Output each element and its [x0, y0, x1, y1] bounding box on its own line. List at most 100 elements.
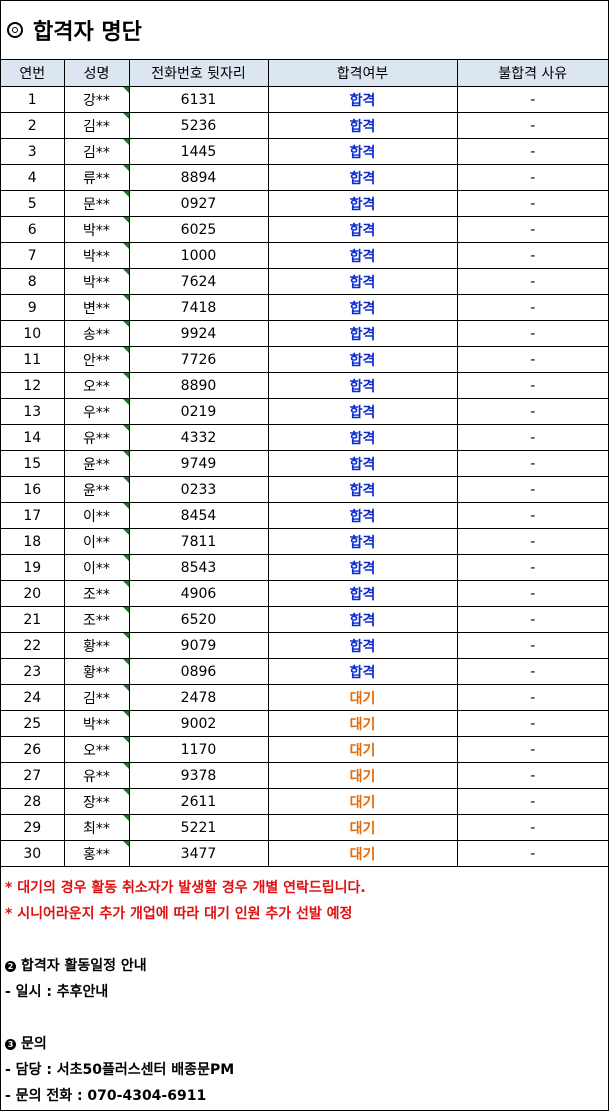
contact-heading-text: 문의: [21, 1036, 47, 1052]
cell-reason: -: [456, 268, 608, 295]
cell-no: 18: [1, 528, 65, 555]
cell-no: 20: [1, 580, 65, 607]
table-row: 4 류** 8894 합격 -: [1, 164, 608, 191]
table-row: 18 이** 7811 합격 -: [1, 528, 608, 555]
cell-reason: -: [456, 580, 608, 607]
cell-phone: 0219: [128, 398, 269, 425]
cell-no: 25: [1, 710, 65, 737]
cell-result: 합격: [267, 190, 458, 217]
cell-name: 우**: [63, 398, 130, 425]
cell-reason: -: [456, 788, 608, 815]
cell-reason: -: [456, 424, 608, 451]
cell-reason: -: [456, 320, 608, 347]
table-row: 19 이** 8543 합격 -: [1, 554, 608, 581]
waitlist-note: * 대기의 경우 활동 취소자가 발생할 경우 개별 연락드립니다.: [5, 880, 366, 896]
cell-no: 19: [1, 554, 65, 581]
cell-result: 합격: [267, 268, 458, 295]
cell-name: 안**: [63, 346, 130, 373]
table-row: 10 송** 9924 합격 -: [1, 320, 608, 347]
cell-phone: 8454: [128, 502, 269, 529]
cell-name: 박**: [63, 216, 130, 243]
table-row: 6 박** 6025 합격 -: [1, 216, 608, 243]
cell-reason: -: [456, 736, 608, 763]
cell-reason: -: [456, 762, 608, 789]
cell-result: 합격: [267, 476, 458, 503]
cell-reason: -: [456, 294, 608, 321]
col-header-phone: 전화번호 뒷자리: [128, 60, 269, 87]
cell-reason: -: [456, 164, 608, 191]
table-row: 11 안** 7726 합격 -: [1, 346, 608, 373]
cell-reason: -: [456, 710, 608, 737]
cell-result: 대기: [267, 840, 458, 867]
cell-result: 합격: [267, 424, 458, 451]
table-row: 1 강** 6131 합격 -: [1, 86, 608, 113]
cell-name: 박**: [63, 710, 130, 737]
cell-reason: -: [456, 138, 608, 165]
cell-result: 합격: [267, 632, 458, 659]
col-header-no: 연번: [1, 60, 65, 87]
cell-phone: 8894: [128, 164, 269, 191]
page-title-text: 합격자 명단: [33, 20, 142, 45]
cell-reason: -: [456, 190, 608, 217]
col-header-name: 성명: [63, 60, 130, 87]
cell-result: 합격: [267, 242, 458, 269]
cell-name: 조**: [63, 580, 130, 607]
cell-result: 합격: [267, 164, 458, 191]
cell-name: 유**: [63, 424, 130, 451]
cell-phone: 7624: [128, 268, 269, 295]
cell-result: 대기: [267, 736, 458, 763]
table-row: 21 조** 6520 합격 -: [1, 606, 608, 633]
table-row: 15 윤** 9749 합격 -: [1, 450, 608, 477]
cell-reason: -: [456, 398, 608, 425]
cell-no: 22: [1, 632, 65, 659]
cell-phone: 5221: [128, 814, 269, 841]
cell-name: 황**: [63, 632, 130, 659]
cell-no: 3: [1, 138, 65, 165]
cell-result: 합격: [267, 606, 458, 633]
cell-no: 10: [1, 320, 65, 347]
cell-phone: 8890: [128, 372, 269, 399]
cell-result: 대기: [267, 814, 458, 841]
cell-name: 변**: [63, 294, 130, 321]
cell-phone: 3477: [128, 840, 269, 867]
cell-reason: -: [456, 632, 608, 659]
cell-reason: -: [456, 372, 608, 399]
cell-name: 장**: [63, 788, 130, 815]
table-row: 9 변** 7418 합격 -: [1, 294, 608, 321]
cell-name: 윤**: [63, 476, 130, 503]
results-body: 1 강** 6131 합격 -2 김** 5236 합격 -3 김** 1445 합격 -4 류** 889…: [1, 86, 608, 867]
cell-no: 28: [1, 788, 65, 815]
table-row: 14 유** 4332 합격 -: [1, 424, 608, 451]
cell-result: 합격: [267, 346, 458, 373]
col-header-reason: 불합격 사유: [456, 60, 608, 87]
cell-reason: -: [456, 346, 608, 373]
cell-no: 26: [1, 736, 65, 763]
circled-3-icon: 3: [5, 1039, 16, 1050]
cell-phone: 9378: [128, 762, 269, 789]
schedule-heading: 2 합격자 활동일정 안내: [5, 953, 604, 979]
cell-name: 문**: [63, 190, 130, 217]
table-row: 3 김** 1445 합격 -: [1, 138, 608, 165]
cell-no: 12: [1, 372, 65, 399]
contact-heading: 3 문의: [5, 1031, 604, 1057]
cell-phone: 6025: [128, 216, 269, 243]
cell-name: 송**: [63, 320, 130, 347]
cell-reason: -: [456, 476, 608, 503]
cell-no: 7: [1, 242, 65, 269]
cell-result: 대기: [267, 710, 458, 737]
cell-phone: 1170: [128, 736, 269, 763]
cell-reason: -: [456, 86, 608, 113]
cell-result: 합격: [267, 450, 458, 477]
cell-name: 조**: [63, 606, 130, 633]
cell-reason: -: [456, 242, 608, 269]
results-table: 연번 성명 전화번호 뒷자리 합격여부 불합격 사유 1 강** 6131 합격 -2 김…: [1, 60, 608, 867]
cell-phone: 1000: [128, 242, 269, 269]
cell-name: 황**: [63, 658, 130, 685]
cell-result: 합격: [267, 658, 458, 685]
cell-no: 23: [1, 658, 65, 685]
table-row: 8 박** 7624 합격 -: [1, 268, 608, 295]
table-row: 2 김** 5236 합격 -: [1, 112, 608, 139]
table-row: 20 조** 4906 합격 -: [1, 580, 608, 607]
cell-phone: 9079: [128, 632, 269, 659]
table-row: 22 황** 9079 합격 -: [1, 632, 608, 659]
